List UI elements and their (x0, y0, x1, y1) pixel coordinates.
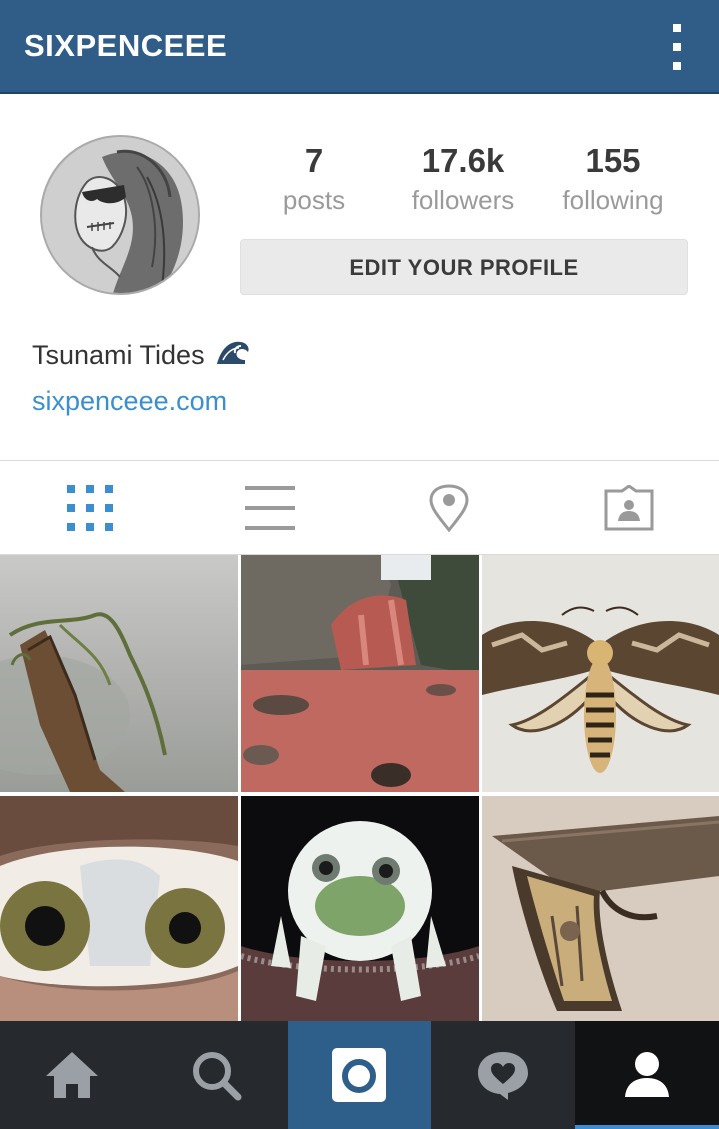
home-icon (45, 1052, 98, 1098)
profile-stats: 7 posts 17.6k followers 155 following (240, 140, 688, 230)
following-count[interactable]: 155 following (538, 140, 688, 216)
list-icon (244, 485, 295, 530)
tab-tagged[interactable] (539, 461, 719, 554)
posts-count: 7 posts (239, 140, 389, 216)
tab-map[interactable] (360, 461, 540, 554)
followers-count[interactable]: 17.6k followers (388, 140, 538, 216)
profile-icon (625, 1052, 670, 1097)
grid-photo[interactable] (241, 555, 479, 792)
photo-grid (0, 555, 719, 1022)
nav-profile[interactable] (575, 1021, 719, 1129)
tab-list[interactable] (180, 461, 360, 554)
website-link[interactable]: sixpenceee.com (32, 386, 227, 417)
grid-photo[interactable] (482, 796, 719, 1033)
wave-emoji-icon (215, 338, 251, 373)
grid-photo[interactable] (0, 555, 238, 792)
following-count-label: following (562, 185, 664, 215)
avatar[interactable] (40, 135, 200, 295)
profile-username: SIXPENCEEE (24, 28, 228, 63)
followers-count-value: 17.6k (421, 142, 505, 179)
activity-heart-icon (478, 1052, 529, 1100)
edit-profile-button[interactable]: EDIT YOUR PROFILE (240, 239, 688, 295)
posts-count-value: 7 (304, 142, 324, 179)
grid-photo[interactable] (0, 796, 238, 1033)
tagged-photos-icon (604, 484, 654, 530)
search-icon (192, 1052, 242, 1101)
camera-icon (332, 1048, 387, 1102)
nav-home[interactable] (0, 1021, 144, 1129)
nav-activity[interactable] (431, 1021, 575, 1129)
location-pin-icon (429, 483, 469, 532)
bio-full-name: Tsunami Tides (32, 338, 251, 373)
grid-photo[interactable] (482, 555, 719, 792)
full-name-text: Tsunami Tides (32, 340, 205, 370)
grid-icon (66, 484, 113, 531)
app-header: SIXPENCEEE (0, 0, 719, 94)
profile-view-tabs (0, 461, 719, 554)
more-options-icon[interactable] (665, 24, 689, 70)
tab-grid[interactable] (0, 461, 180, 554)
posts-count-label: posts (282, 185, 346, 215)
nav-camera[interactable] (287, 1021, 432, 1129)
bottom-nav (0, 1021, 719, 1129)
followers-count-label: followers (411, 185, 515, 215)
following-count-value: 155 (585, 142, 641, 179)
nav-search[interactable] (144, 1021, 288, 1129)
grid-photo[interactable] (241, 796, 479, 1033)
